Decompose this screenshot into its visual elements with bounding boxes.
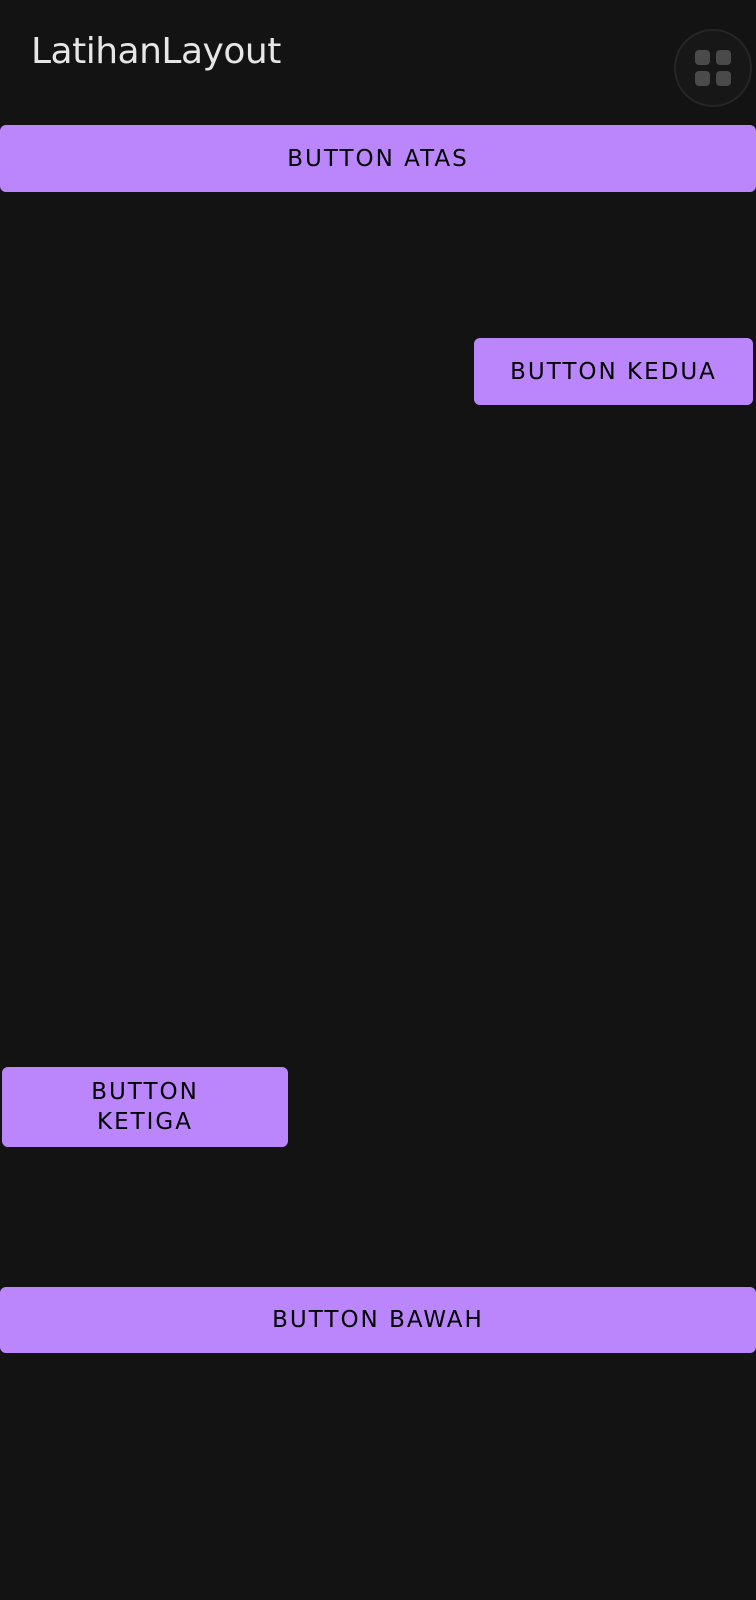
button-bawah[interactable]: Button Bawah [0,1287,756,1353]
apps-grid-icon [695,50,731,86]
app-title: LatihanLayout [31,31,281,72]
app-switcher-button[interactable] [674,29,752,107]
button-atas[interactable]: Button Atas [0,125,756,192]
button-ketiga[interactable]: Button Ketiga [2,1067,288,1147]
button-kedua[interactable]: Button Kedua [474,338,753,405]
